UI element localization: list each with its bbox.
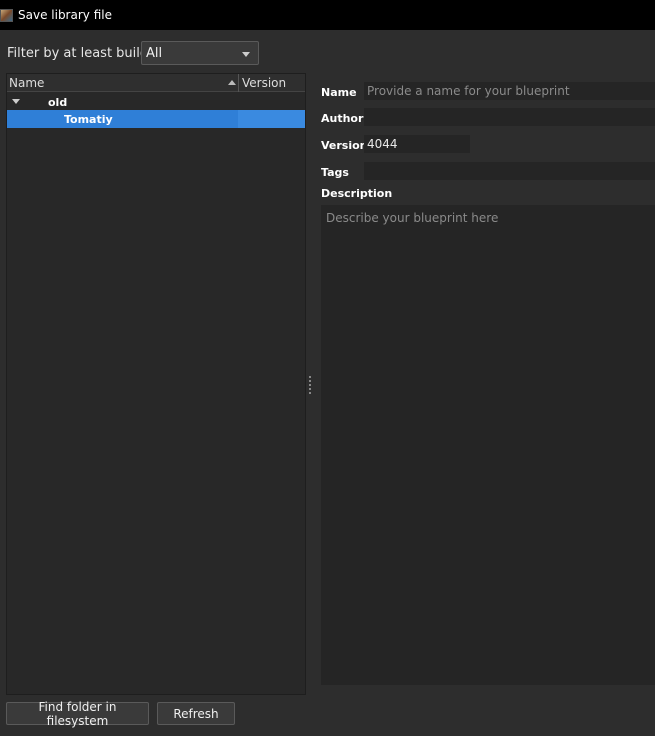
build-filter-value: All: [146, 45, 163, 61]
author-input[interactable]: [364, 108, 655, 126]
app-icon: [0, 8, 13, 22]
window-title: Save library file: [18, 8, 112, 22]
name-input[interactable]: [364, 82, 655, 100]
tree-item-version-cell: [238, 110, 305, 128]
tags-input[interactable]: [364, 162, 655, 180]
tags-label: Tags: [321, 166, 349, 179]
tree-header: Name Version: [7, 74, 305, 92]
description-textarea[interactable]: [321, 205, 655, 685]
library-tree[interactable]: Name Version old Tomatiy: [6, 73, 306, 695]
filter-label: Filter by at least build:: [7, 45, 153, 61]
title-bar: Save library file: [0, 0, 655, 30]
chevron-down-icon: [242, 52, 250, 57]
tree-item-row[interactable]: Tomatiy: [7, 110, 305, 128]
sort-ascending-icon: [228, 80, 236, 85]
version-input[interactable]: [364, 135, 470, 153]
description-label: Description: [321, 187, 393, 200]
build-filter-dropdown[interactable]: All: [141, 41, 259, 65]
build-filter-row: Filter by at least build: All: [0, 41, 300, 65]
column-header-name[interactable]: Name: [9, 76, 44, 90]
tree-item-label: Tomatiy: [64, 113, 113, 126]
find-folder-button[interactable]: Find folder in filesystem: [6, 700, 149, 728]
column-header-version[interactable]: Version: [242, 76, 286, 90]
name-label: Name: [321, 86, 357, 99]
author-label: Author: [321, 112, 364, 125]
expand-arrow-icon[interactable]: [12, 99, 20, 104]
column-divider[interactable]: [238, 74, 239, 92]
refresh-button[interactable]: Refresh: [157, 702, 235, 725]
folder-label: old: [48, 96, 68, 109]
splitter-handle[interactable]: [309, 376, 311, 394]
version-label: Version: [321, 139, 368, 152]
tree-folder-row[interactable]: old: [7, 93, 305, 111]
